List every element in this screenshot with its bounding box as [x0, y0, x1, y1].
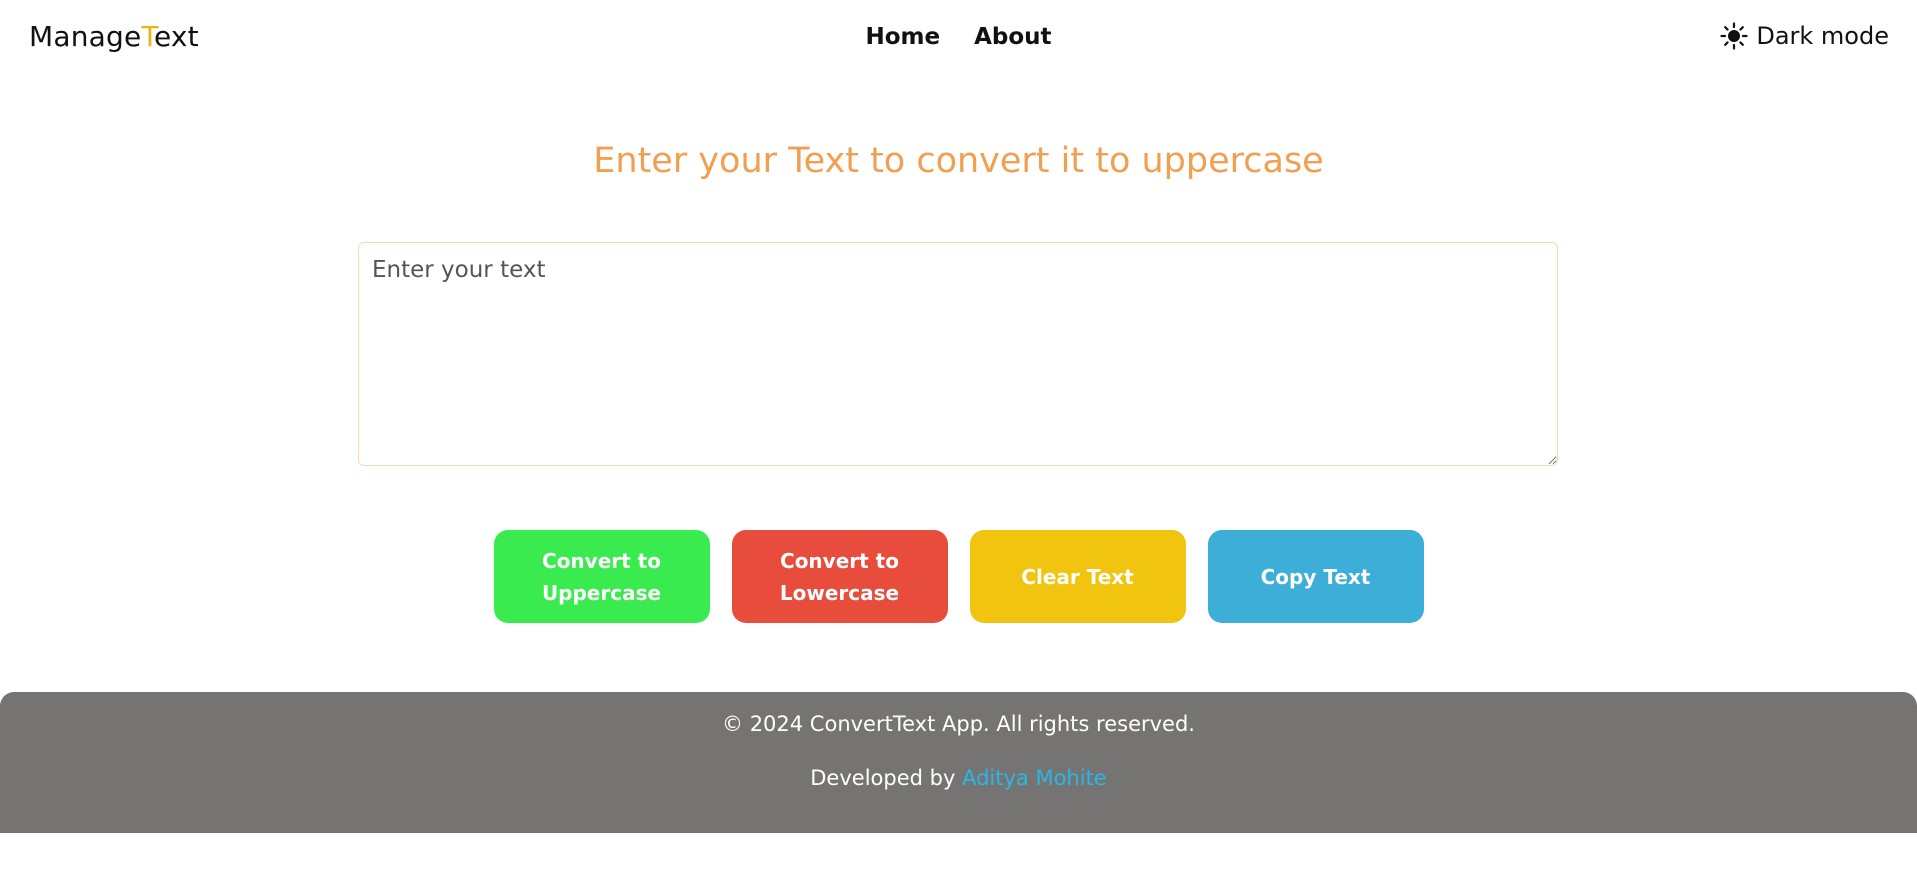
nav-links: Home About: [0, 24, 1917, 50]
page-heading: Enter your Text to convert it to upperca…: [593, 141, 1324, 181]
text-input[interactable]: [358, 242, 1558, 466]
nav-link-about[interactable]: About: [974, 24, 1051, 50]
sun-icon: [1720, 22, 1748, 50]
text-input-container: [358, 242, 1558, 466]
action-buttons: Convert to Uppercase Convert to Lowercas…: [0, 530, 1917, 623]
developer-link[interactable]: Aditya Mohite: [962, 766, 1107, 790]
convert-uppercase-button[interactable]: Convert to Uppercase: [493, 530, 710, 623]
navbar: ManageText Home About Dark mode: [0, 0, 1917, 78]
footer-developed-by: Developed by: [810, 766, 956, 790]
copy-text-button[interactable]: Copy Text: [1207, 530, 1424, 623]
nav-link-home[interactable]: Home: [865, 24, 940, 50]
convert-lowercase-button[interactable]: Convert to Lowercase: [731, 530, 948, 623]
footer: © 2024 ConvertText App. All rights reser…: [0, 692, 1917, 833]
footer-copyright: © 2024 ConvertText App. All rights reser…: [722, 712, 1195, 736]
dark-mode-label: Dark mode: [1756, 22, 1889, 50]
footer-credit: Developed by Aditya Mohite: [0, 766, 1917, 790]
dark-mode-toggle[interactable]: Dark mode: [1720, 22, 1889, 50]
clear-text-button[interactable]: Clear Text: [969, 530, 1186, 623]
